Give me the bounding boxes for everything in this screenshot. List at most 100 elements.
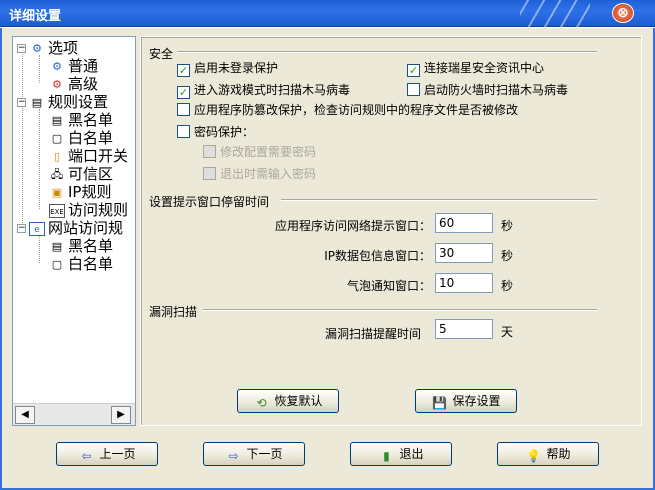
tree-guide: [22, 51, 23, 233]
tree-node-general[interactable]: ⚙ 普通: [49, 57, 98, 75]
document-icon: ▤: [51, 239, 63, 253]
tree-node-rules[interactable]: − ▤ 规则设置: [17, 93, 108, 111]
tree-label: 规则设置: [48, 93, 109, 111]
button-label: 恢复默认: [274, 394, 323, 408]
collapse-icon[interactable]: −: [17, 98, 26, 107]
checkbox-label: 连接瑞星安全资讯中心: [424, 61, 545, 75]
checkbox-box[interactable]: ✓: [177, 86, 190, 99]
arrow-right-icon: ▶: [117, 409, 125, 420]
save-settings-button[interactable]: 💾 保存设置: [415, 389, 517, 413]
close-button[interactable]: ⊗: [612, 3, 634, 23]
collapse-icon[interactable]: −: [17, 224, 26, 233]
tree-guide: [39, 235, 40, 263]
exit-door-icon: ▮: [383, 449, 390, 463]
scroll-left-button[interactable]: ◀: [15, 406, 35, 424]
checkbox-password-protection[interactable]: 密码保护：: [177, 125, 254, 139]
tree-node-advanced[interactable]: ⚙ 高级: [49, 75, 98, 93]
unit-seconds: 秒: [501, 279, 514, 293]
settings-panel: 安全 ✓ 启用未登录保护 ✓ 连接瑞星安全资讯中心 ✓ 进入游戏模式时扫描木马病毒 启…: [140, 36, 642, 426]
checkbox-firewall-start-scan[interactable]: 启动防火墙时扫描木马病毒: [407, 83, 568, 97]
prev-page-button[interactable]: ⇦ 上一页: [56, 442, 158, 466]
checkbox-box[interactable]: [407, 83, 420, 96]
title-bar: 详细设置 ⊗: [0, 0, 655, 27]
vuln-scan-reminder-label: 漏洞扫描提醒时间: [324, 327, 421, 341]
window-title: 详细设置: [9, 9, 62, 24]
button-label: 上一页: [99, 447, 136, 461]
tree-label: 黑名单: [68, 111, 114, 129]
tree-node-blacklist[interactable]: ▤ 黑名单: [49, 111, 113, 129]
group-divider: [281, 199, 597, 201]
tree-node-web-blacklist[interactable]: ▤ 黑名单: [49, 237, 113, 255]
unit-seconds: 秒: [501, 249, 514, 263]
tree-node-options[interactable]: − ⚙ 选项: [17, 39, 78, 57]
lightbulb-icon: 💡: [526, 449, 541, 463]
checkbox-box[interactable]: [203, 167, 216, 180]
unit-days: 天: [501, 325, 514, 339]
bubble-popup-seconds-input[interactable]: [435, 273, 493, 293]
gear-icon: ⚙: [32, 41, 42, 55]
next-page-button[interactable]: ⇨ 下一页: [203, 442, 305, 466]
checkbox-box[interactable]: [177, 103, 190, 116]
button-label: 帮助: [546, 447, 571, 461]
gear-small-icon: ⚙: [52, 77, 62, 91]
gear-small-icon: ⚙: [52, 59, 62, 73]
tree-node-web-access[interactable]: − e 网站访问规: [17, 219, 123, 237]
button-label: 退出: [399, 447, 424, 461]
arrow-left-icon: ⇦: [81, 449, 92, 463]
app-network-popup-seconds-input[interactable]: [435, 213, 493, 233]
restore-icon: ⟲: [256, 396, 267, 410]
scroll-right-button[interactable]: ▶: [111, 406, 131, 424]
checkbox-label: 应用程序防篡改保护，检查访问规则中的程序文件是否被修改: [194, 103, 519, 117]
checkbox-box[interactable]: [177, 125, 190, 138]
checkbox-label: 退出时需输入密码: [220, 167, 317, 181]
checkbox-password-for-config[interactable]: 修改配置需要密码: [203, 145, 316, 159]
web-icon: e: [29, 221, 45, 236]
tree-label: 可信区: [68, 165, 114, 183]
checkbox-label: 修改配置需要密码: [220, 145, 317, 159]
checkbox-security-info-center[interactable]: ✓ 连接瑞星安全资讯中心: [407, 61, 544, 77]
tree-node-web-whitelist[interactable]: ▢ 白名单: [49, 255, 113, 273]
ip-packet-popup-seconds-input[interactable]: [435, 243, 493, 263]
checkbox-unlogged-protection[interactable]: ✓ 启用未登录保护: [177, 61, 278, 77]
checkbox-label: 启用未登录保护: [194, 61, 279, 75]
exe-icon: EXE: [49, 203, 65, 218]
tree-guide: [39, 55, 40, 83]
tree-label: 端口开关: [68, 147, 129, 165]
tree-label: 选项: [48, 39, 79, 57]
unit-seconds: 秒: [501, 219, 514, 233]
tree-node-access-rules[interactable]: EXE 访问规则: [49, 201, 128, 219]
ip-icon: ▣: [51, 185, 63, 199]
checkbox-box[interactable]: ✓: [177, 64, 190, 77]
security-group-label: 安全: [149, 47, 174, 61]
document-icon: ▢: [51, 131, 63, 145]
group-divider: [177, 51, 597, 53]
tree-node-ip-rules[interactable]: ▣ IP规则: [49, 183, 112, 201]
title-decoration: [520, 0, 590, 27]
network-icon: 🖧: [50, 167, 64, 181]
bubble-popup-label: 气泡通知窗口：: [346, 279, 431, 293]
checkbox-box[interactable]: ✓: [407, 64, 420, 77]
checkbox-label: 进入游戏模式时扫描木马病毒: [194, 83, 351, 97]
tree-label: IP规则: [68, 183, 112, 201]
tree-guide: [39, 109, 40, 209]
app-network-popup-label: 应用程序访问网络提示窗口：: [274, 219, 431, 233]
checkbox-tamper-protection[interactable]: 应用程序防篡改保护，检查访问规则中的程序文件是否被修改: [177, 103, 518, 117]
checkbox-label: 启动防火墙时扫描木马病毒: [424, 83, 569, 97]
tree-node-whitelist[interactable]: ▢ 白名单: [49, 129, 113, 147]
tree-label: 黑名单: [68, 237, 114, 255]
checkbox-game-mode-scan[interactable]: ✓ 进入游戏模式时扫描木马病毒: [177, 83, 350, 99]
checkbox-password-on-exit[interactable]: 退出时需输入密码: [203, 167, 316, 181]
tree-node-trusted-zone[interactable]: 🖧 可信区: [49, 165, 113, 183]
restore-default-button[interactable]: ⟲ 恢复默认: [237, 389, 339, 413]
rules-icon: ▤: [31, 95, 43, 109]
checkbox-box[interactable]: [203, 145, 216, 158]
help-button[interactable]: 💡 帮助: [497, 442, 599, 466]
exit-button[interactable]: ▮ 退出: [350, 442, 452, 466]
vuln-scan-days-input[interactable]: [435, 319, 493, 339]
tree-label: 白名单: [68, 129, 114, 147]
popup-timing-group-label: 设置提示窗口停留时间: [149, 195, 270, 209]
tree-node-port-switch[interactable]: ▯ 端口开关: [49, 147, 128, 165]
tree-horizontal-scrollbar[interactable]: ◀ ▶: [13, 403, 135, 425]
collapse-icon[interactable]: −: [17, 44, 26, 53]
group-divider: [203, 309, 597, 311]
